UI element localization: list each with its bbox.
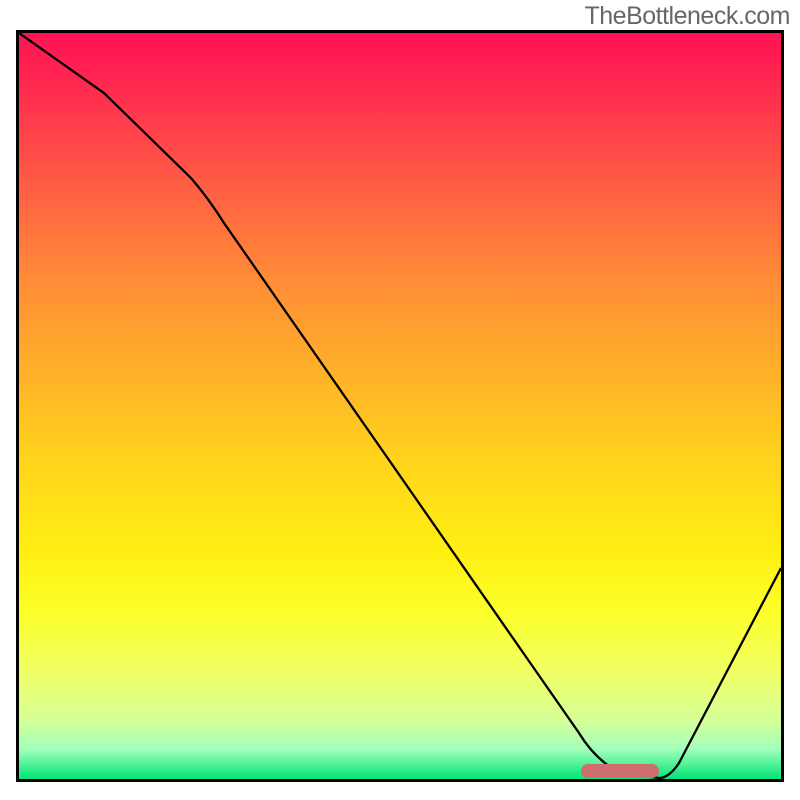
plot-area (16, 30, 784, 782)
watermark-text: TheBottleneck.com (585, 2, 791, 31)
heat-gradient (19, 33, 781, 779)
optimal-range-marker (581, 764, 659, 778)
chart-container: TheBottleneck.com (0, 0, 800, 800)
